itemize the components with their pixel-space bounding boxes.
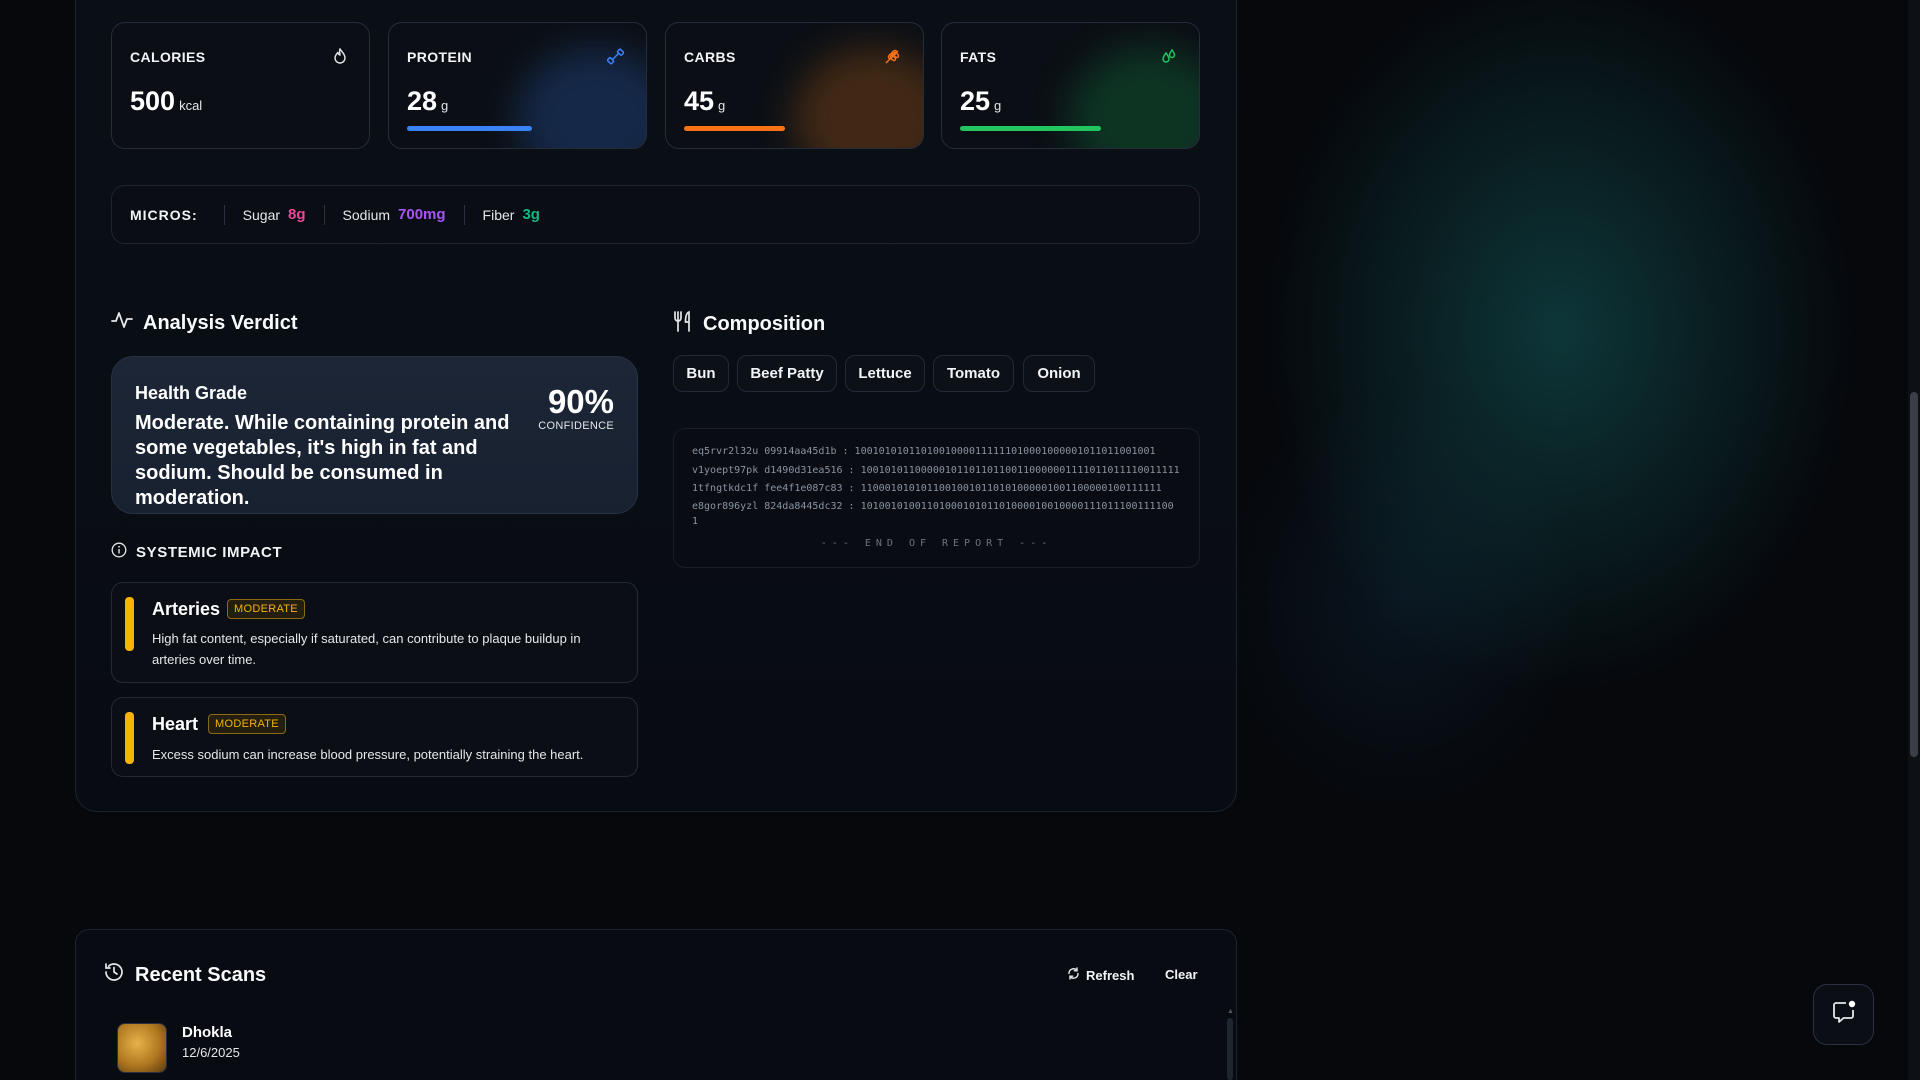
health-grade-text: Moderate. While containing protein and s… <box>135 412 510 509</box>
severity-stripe <box>125 712 134 764</box>
dumbbell-icon <box>606 48 625 69</box>
health-grade-label: Health Grade <box>135 383 248 403</box>
macro-card-fats: FATS 25 g <box>941 22 1200 149</box>
report-line: v1yoept97pk d1490d31ea516 : 100101011000… <box>692 465 1180 476</box>
severity-stripe <box>125 597 134 651</box>
macro-label: PROTEIN <box>407 49 473 65</box>
report-line: 1 <box>692 516 699 527</box>
macro-value: 25 g <box>960 86 1002 116</box>
systemic-impact-heading: SYSTEMIC IMPACT <box>111 542 282 562</box>
history-icon <box>103 961 125 989</box>
scan-item-date: 12/6/2025 <box>182 1045 240 1060</box>
refresh-icon <box>1067 967 1080 983</box>
micros-bar: MICROS: Sugar 8g Sodium 700mg Fiber 3g <box>111 185 1200 244</box>
end-of-report: --- END OF REPORT --- <box>820 538 1053 549</box>
clear-button[interactable]: Clear <box>1165 967 1198 982</box>
macro-card-calories: CALORIES 500 kcal <box>111 22 370 149</box>
report-line: eq5rvr2l32u 09914aa45d1b : 1001010101101… <box>692 446 1156 457</box>
protein-progress-bar <box>407 126 532 131</box>
page-scrollbar-thumb[interactable] <box>1910 392 1918 757</box>
analysis-report-log: eq5rvr2l32u 09914aa45d1b : 1001010101101… <box>673 428 1200 568</box>
wheat-icon <box>884 48 901 69</box>
info-icon <box>111 542 127 562</box>
macro-label: CARBS <box>684 49 736 65</box>
severity-badge: MODERATE <box>208 714 286 734</box>
ingredient-chip[interactable]: Onion <box>1023 355 1095 392</box>
utensils-icon <box>673 310 693 338</box>
activity-icon <box>111 310 133 336</box>
macro-value: 500 kcal <box>130 86 203 116</box>
chat-icon <box>1831 999 1857 1030</box>
impact-card-heart: Heart MODERATE Excess sodium can increas… <box>111 697 638 777</box>
macro-label: CALORIES <box>130 49 206 65</box>
ingredient-chip[interactable]: Tomato <box>933 355 1014 392</box>
severity-badge: MODERATE <box>227 599 305 619</box>
impact-description: Excess sodium can increase blood pressur… <box>152 747 584 762</box>
droplet-icon <box>1161 48 1177 68</box>
scan-item-name[interactable]: Dhokla <box>182 1024 232 1041</box>
macro-value: 45 g <box>684 86 726 116</box>
impact-name: Heart <box>152 714 199 734</box>
composition-heading: Composition <box>673 310 825 338</box>
recent-scans-heading: Recent Scans <box>103 961 266 989</box>
flame-icon <box>333 47 347 68</box>
ingredient-chip[interactable]: Bun <box>673 355 729 392</box>
macro-label: FATS <box>960 49 997 65</box>
confidence-value: 90% <box>547 383 614 420</box>
macro-value: 28 g <box>407 86 449 116</box>
macro-card-carbs: CARBS 45 g <box>665 22 924 149</box>
recent-scans-panel <box>75 929 1237 1080</box>
analysis-verdict-heading: Analysis Verdict <box>111 310 298 336</box>
ingredient-chip[interactable]: Lettuce <box>845 355 925 392</box>
impact-card-arteries: Arteries MODERATE High fat content, espe… <box>111 582 638 683</box>
scroll-up-arrow[interactable]: ▲ <box>1227 1008 1234 1015</box>
chat-button[interactable] <box>1813 984 1874 1045</box>
report-line: e8gor896yzl 824da8445dc32 : 101001010011… <box>692 501 1174 512</box>
recent-scans-scrollbar[interactable] <box>1227 1018 1233 1080</box>
impact-description: High fat content, especially if saturate… <box>152 631 581 667</box>
micros-title: MICROS: <box>130 206 198 223</box>
verdict-card: Health Grade Moderate. While containing … <box>111 356 638 514</box>
micro-fiber: Fiber 3g <box>463 204 558 225</box>
ingredient-chip[interactable]: Beef Patty <box>737 355 837 392</box>
carbs-progress-bar <box>684 126 785 131</box>
micro-sodium: Sodium 700mg <box>323 204 464 225</box>
fats-progress-bar <box>960 126 1101 131</box>
report-line: 1tfngtkdc1f fee4f1e087c83 : 110001010101… <box>692 483 1162 494</box>
micro-sugar: Sugar 8g <box>223 204 324 225</box>
macro-card-protein: PROTEIN 28 g <box>388 22 647 149</box>
scan-thumbnail[interactable] <box>117 1023 167 1073</box>
confidence-label: CONFIDENCE <box>538 420 614 432</box>
impact-name: Arteries <box>152 599 221 619</box>
refresh-button[interactable]: Refresh <box>1067 967 1134 983</box>
